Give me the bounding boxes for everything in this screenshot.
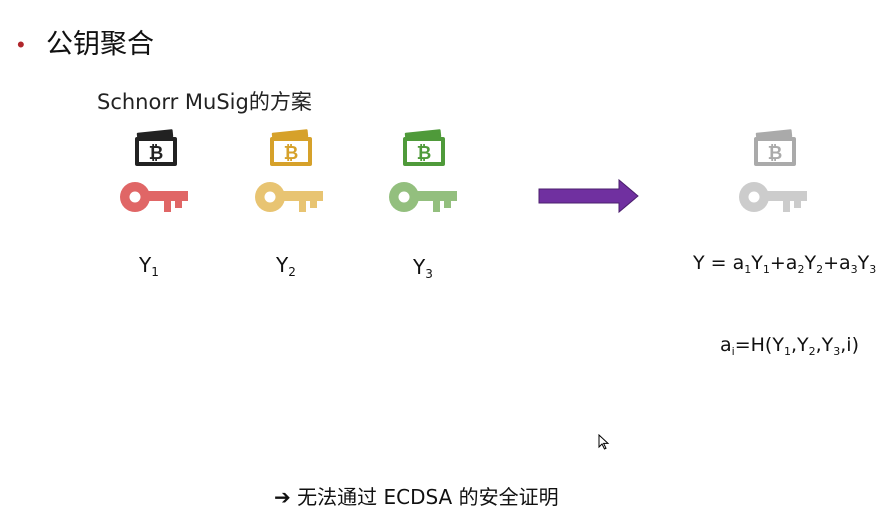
bitcoin-wallet-icon: ₿ (135, 129, 177, 166)
key-icon (389, 182, 457, 212)
key-label-y1: Y1 (139, 253, 159, 279)
mouse-cursor-icon (598, 434, 610, 450)
key-label-y2: Y2 (276, 253, 296, 279)
aggregate-key-formula: Y = a1Y1+a2Y2+a3Y3 (693, 252, 877, 276)
svg-text:₿: ₿ (149, 143, 164, 164)
bitcoin-wallet-icon: ₿ (403, 129, 445, 166)
key-icon (120, 182, 188, 212)
bitcoin-wallet-icon: ₿ (270, 129, 312, 166)
right-arrow-icon (538, 178, 639, 214)
conclusion-text: ➔ 无法通过 ECDSA 的安全证明 (274, 485, 559, 509)
bullet-point: • (17, 32, 25, 57)
key-icon (739, 182, 807, 212)
bitcoin-wallet-icon: ₿ (754, 129, 796, 166)
svg-text:₿: ₿ (768, 143, 783, 164)
slide-title: 公钥聚合 (46, 29, 154, 60)
arrow-right-icon: ➔ (274, 485, 291, 509)
key-label-y3: Y3 (413, 255, 433, 281)
slide-subtitle: Schnorr MuSig的方案 (97, 90, 312, 114)
svg-text:₿: ₿ (417, 143, 432, 164)
svg-text:₿: ₿ (284, 143, 299, 164)
coefficient-formula: ai=H(Y1,Y2,Y3,i) (720, 334, 859, 358)
key-icon (255, 182, 323, 212)
